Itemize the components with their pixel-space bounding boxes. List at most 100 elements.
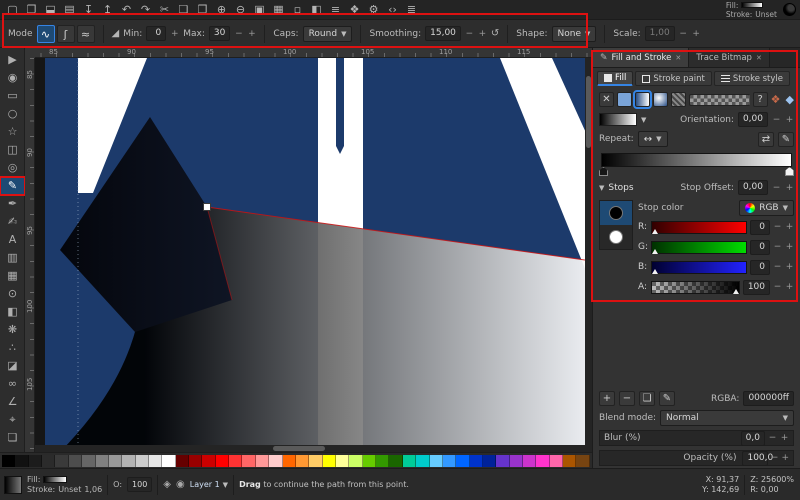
caps-dropdown[interactable]: Round ▼: [302, 25, 353, 42]
palette-swatch[interactable]: [122, 454, 136, 467]
alpha-field[interactable]: 100: [742, 279, 770, 295]
text-tool[interactable]: A: [0, 231, 25, 249]
gradient-strip[interactable]: [601, 153, 792, 167]
document-new-icon[interactable]: ▢: [4, 2, 21, 18]
chevron-down-icon[interactable]: ▼: [641, 116, 646, 124]
palette-swatch[interactable]: [322, 454, 336, 467]
palette-swatch[interactable]: [2, 454, 16, 467]
green-field[interactable]: 0: [750, 239, 770, 255]
palette-swatch[interactable]: [402, 454, 417, 467]
layers-dialog-icon[interactable]: ≣: [403, 2, 420, 18]
copy-icon[interactable]: ❏: [175, 2, 192, 18]
scale-minus[interactable]: −: [679, 29, 688, 39]
palette-swatch[interactable]: [28, 454, 43, 467]
slider-marker[interactable]: [652, 248, 658, 254]
selector-tool[interactable]: ▶: [0, 51, 25, 69]
stop-offset-field[interactable]: 0,00: [737, 180, 768, 195]
palette-swatch[interactable]: [523, 454, 537, 467]
v-scrollbar[interactable]: [585, 58, 592, 445]
v-ruler[interactable]: 85 90 95 100 105: [25, 58, 35, 452]
tab-fill-and-stroke[interactable]: ✎ Fill and Stroke ✕: [593, 48, 690, 67]
palette-swatch[interactable]: [309, 454, 323, 467]
blue-plus[interactable]: +: [785, 262, 794, 272]
rotation-field[interactable]: R: 0,00: [750, 485, 794, 495]
tab-trace-bitmap[interactable]: Trace Bitmap ✕: [689, 48, 770, 67]
blue-minus[interactable]: −: [773, 262, 782, 272]
smoothing-field[interactable]: 15,00: [425, 26, 461, 41]
color-mode-dropdown[interactable]: RGB ▼: [739, 200, 794, 216]
scale-plus[interactable]: +: [692, 29, 701, 39]
palette-swatch[interactable]: [269, 454, 283, 467]
palette-swatch[interactable]: [135, 454, 149, 467]
min-plus[interactable]: +: [170, 29, 179, 39]
stop-handle-start[interactable]: [599, 167, 608, 176]
close-icon[interactable]: ✕: [756, 54, 762, 62]
fill-stroke-dialog-icon[interactable]: ◧: [308, 2, 325, 18]
palette-swatch[interactable]: [82, 454, 96, 467]
alpha-minus[interactable]: −: [773, 282, 782, 292]
palette-swatch[interactable]: [456, 454, 470, 467]
document-save-icon[interactable]: ⬓: [42, 2, 59, 18]
redo-icon[interactable]: ↷: [137, 2, 154, 18]
ungroup-icon[interactable]: ▫: [289, 2, 306, 18]
color-wheel-icon[interactable]: [783, 3, 796, 16]
layer-opacity-field[interactable]: 100: [127, 477, 153, 492]
tab-stroke-style[interactable]: Stroke style: [713, 71, 791, 86]
palette-swatch[interactable]: [335, 454, 350, 467]
layer-selector[interactable]: Layer 1 ▼: [190, 480, 228, 489]
reset-smoothing-icon[interactable]: ↺: [491, 28, 499, 39]
orientation-minus[interactable]: −: [772, 115, 781, 125]
alpha-slider[interactable]: [651, 280, 740, 294]
chevron-down-icon[interactable]: ▼: [599, 184, 604, 192]
palette-swatch[interactable]: [482, 454, 497, 467]
palette-swatch[interactable]: [242, 454, 256, 467]
group-icon[interactable]: ▦: [270, 2, 287, 18]
paste-icon[interactable]: ❒: [194, 2, 211, 18]
h-scrollbar[interactable]: [35, 445, 585, 452]
blur-minus[interactable]: −: [768, 433, 777, 443]
palette-swatch[interactable]: [255, 454, 270, 467]
zoom-in-icon[interactable]: ⊕: [213, 2, 230, 18]
export-icon[interactable]: ↥: [99, 2, 116, 18]
dropper-tool[interactable]: ⊙: [0, 285, 25, 303]
align-dialog-icon[interactable]: ≡: [327, 2, 344, 18]
linear-gradient-button[interactable]: [633, 90, 652, 109]
max-field[interactable]: 30: [208, 26, 231, 41]
tab-stroke-paint[interactable]: Stroke paint: [635, 71, 712, 86]
red-minus[interactable]: −: [773, 222, 782, 232]
palette-swatch[interactable]: [95, 454, 109, 467]
shape-dropdown[interactable]: None ▼: [551, 25, 597, 42]
bezier-pen-tool[interactable]: ✒: [0, 195, 25, 213]
orientation-plus[interactable]: +: [785, 115, 794, 125]
blue-field[interactable]: 0: [750, 259, 770, 275]
mode-spiro-button[interactable]: ʃ: [56, 24, 75, 43]
reverse-gradient-icon[interactable]: ⇄: [758, 131, 774, 147]
red-field[interactable]: 0: [750, 219, 770, 235]
no-paint-button[interactable]: ✕: [599, 92, 614, 107]
smoothing-minus[interactable]: −: [465, 29, 474, 39]
palette-swatch[interactable]: [549, 454, 564, 467]
ellipse-tool[interactable]: ○: [0, 105, 25, 123]
green-slider[interactable]: [651, 240, 747, 254]
palette-swatch[interactable]: [202, 454, 216, 467]
window-fill-stroke-indicator[interactable]: Fill: Stroke: Unset: [726, 1, 777, 19]
eraser-tool[interactable]: ◪: [0, 357, 25, 375]
import-icon[interactable]: ↧: [80, 2, 97, 18]
zoom-out-icon[interactable]: ⊖: [232, 2, 249, 18]
path-node-handle[interactable]: [203, 203, 211, 211]
xml-editor-icon[interactable]: ‹›: [384, 2, 401, 18]
max-plus[interactable]: +: [247, 29, 256, 39]
h-ruler[interactable]: 85 90 95 100 105 110 115: [25, 48, 592, 58]
palette-swatch[interactable]: [295, 454, 310, 467]
edit-stop-icon[interactable]: ✎: [659, 391, 675, 406]
stop-item-black[interactable]: [600, 201, 632, 225]
fill-rule-nonzero-icon[interactable]: ❖: [771, 93, 781, 106]
tweak-tool[interactable]: ❋: [0, 321, 25, 339]
undo-icon[interactable]: ↶: [118, 2, 135, 18]
print-icon[interactable]: ▤: [61, 2, 78, 18]
palette-swatch[interactable]: [429, 454, 443, 467]
unknown-button[interactable]: ?: [752, 92, 768, 107]
palette-swatch[interactable]: [282, 454, 296, 467]
delete-stop-button[interactable]: −: [619, 391, 635, 406]
opacity-field[interactable]: 100,0: [742, 450, 773, 466]
